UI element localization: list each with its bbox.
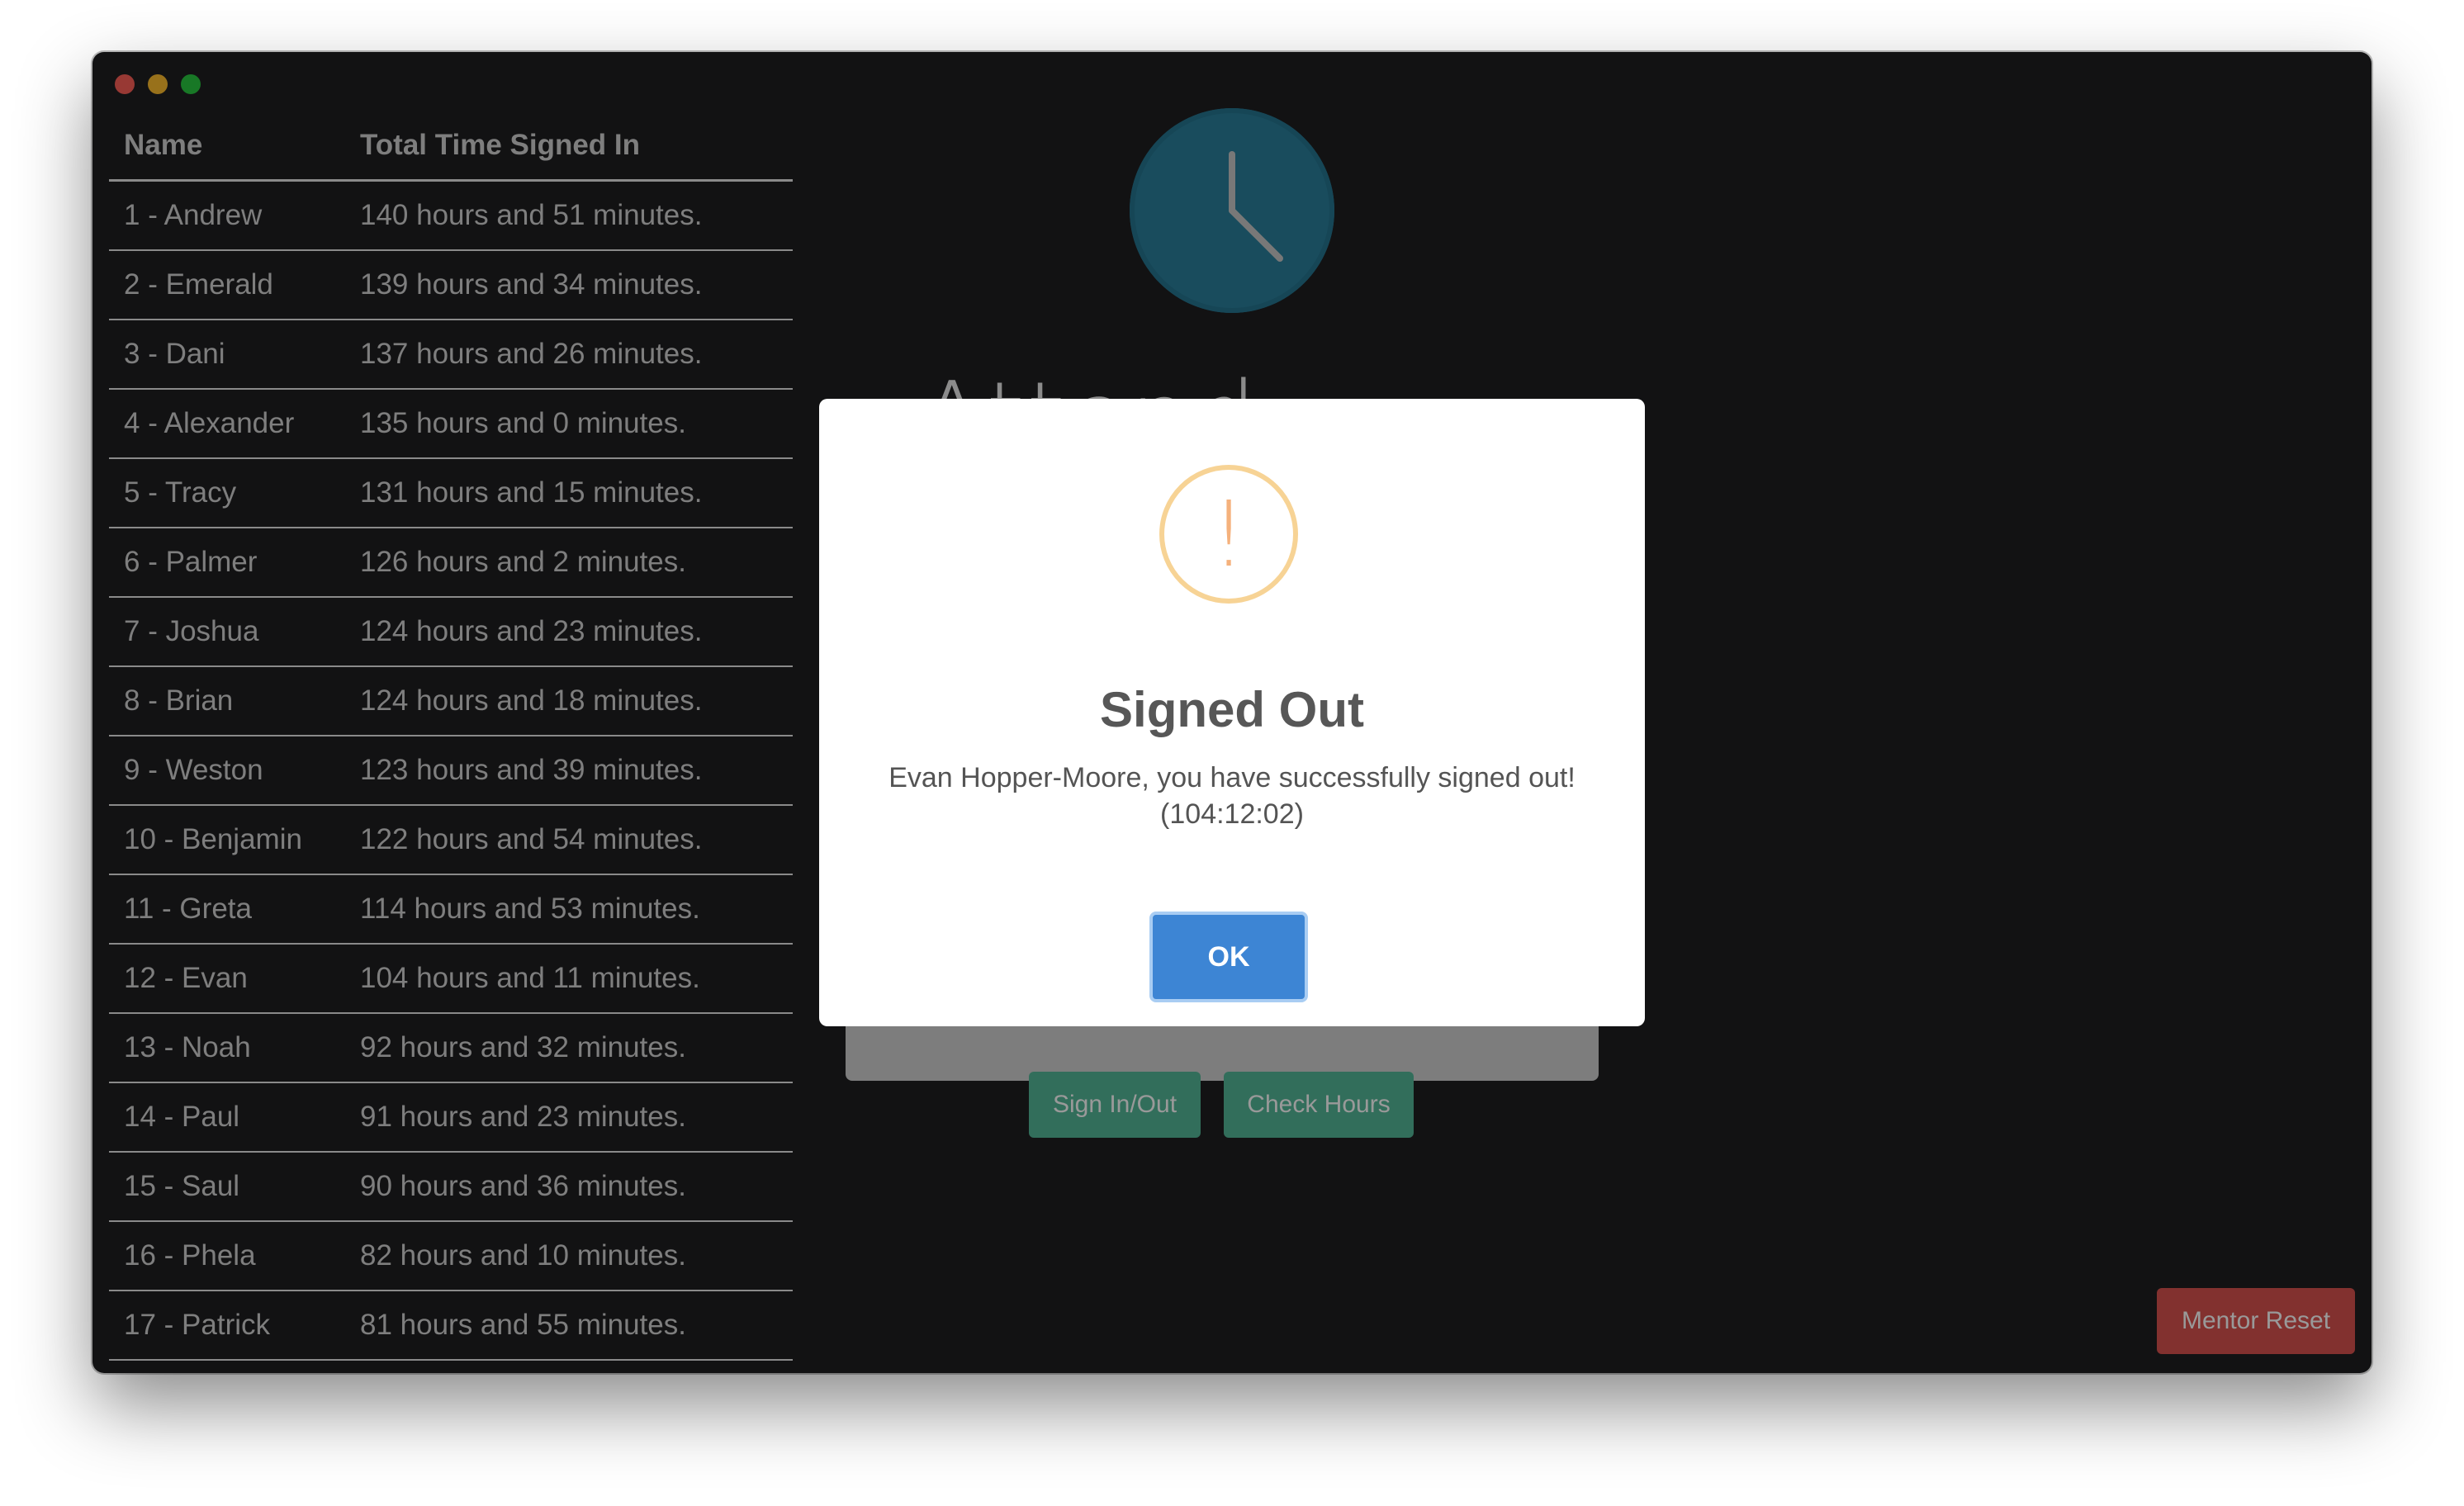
dialog-message-line: Evan Hopper-Moore, you have successfully… [888,762,1576,793]
dialog-title: Signed Out [1100,682,1364,737]
warning-glyph: ! [1210,481,1248,587]
dialog-message: Evan Hopper-Moore, you have successfully… [819,760,1645,832]
ok-button[interactable]: OK [1149,912,1308,1002]
warning-icon: ! [1159,465,1298,604]
dialog-elapsed-time: (104:12:02) [1160,798,1304,830]
app-window: Name Total Time Signed In 1 - Andrew 140 … [92,52,2372,1373]
signed-out-dialog: ! Signed Out Evan Hopper-Moore, you have… [819,399,1645,1026]
